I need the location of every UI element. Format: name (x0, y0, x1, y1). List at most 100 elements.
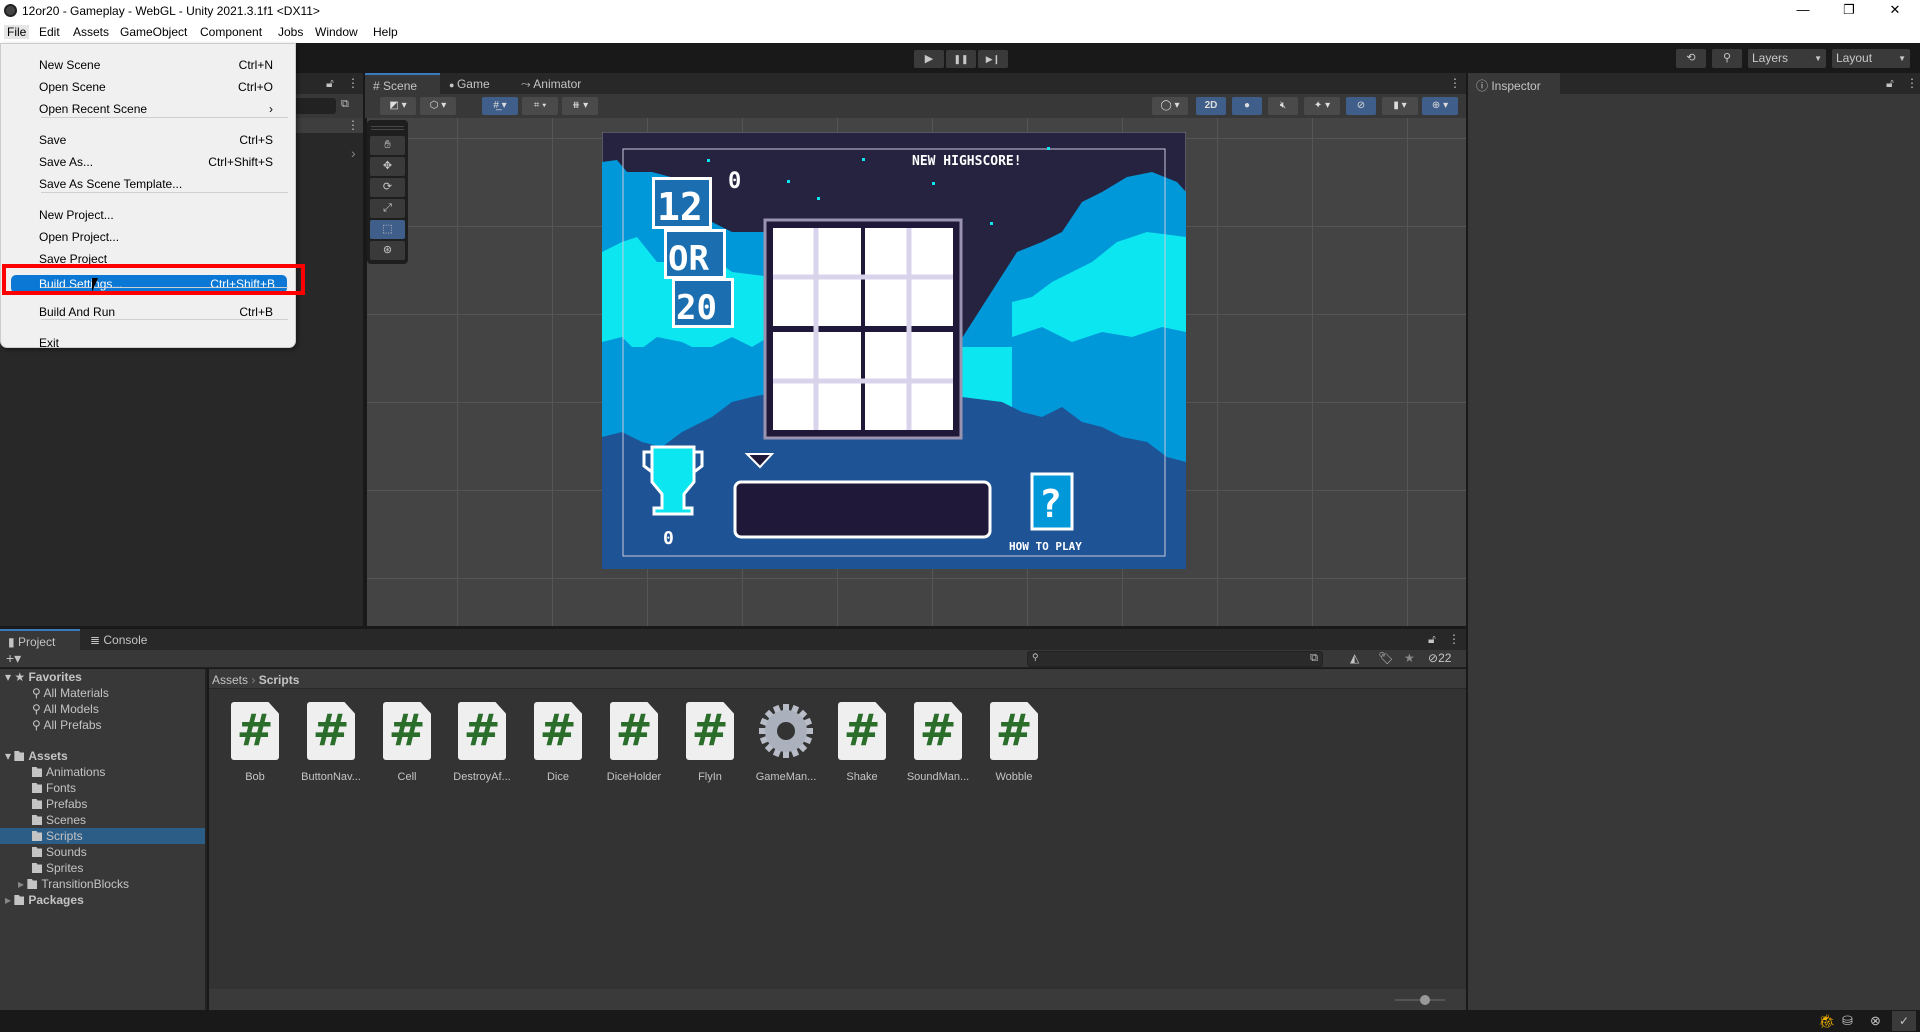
lock-icon[interactable]: 🔓︎ (1886, 76, 1894, 91)
scene-more-icon[interactable]: ⋮ (347, 118, 359, 132)
scale-tool-icon[interactable]: ⤢ (370, 199, 405, 218)
tab-game[interactable]: ● Game (441, 73, 498, 94)
project-search-input[interactable]: ⚲ ⧉ (1027, 651, 1323, 667)
play-button[interactable]: ▶ (914, 50, 944, 68)
draw-mode-dropdown[interactable]: ◩ ▾ (380, 97, 416, 115)
search-popout-icon[interactable]: ⧉ (1310, 652, 1318, 665)
asset-soundman[interactable]: # SoundMan... (900, 702, 976, 783)
tab-project[interactable]: ▮ Project (0, 629, 80, 650)
folder-scripts[interactable]: Scripts (0, 828, 205, 844)
dice-holder-bar[interactable] (733, 480, 992, 539)
grid-snapping-dropdown[interactable]: #̲ ▾ (482, 97, 518, 115)
breadcrumb-scripts[interactable]: Scripts (259, 673, 300, 687)
menu-item-exit[interactable]: Exit (1, 334, 295, 352)
minimize-button[interactable]: — (1788, 2, 1818, 20)
more-options-icon[interactable]: ⋮ (1449, 76, 1461, 90)
lock-icon[interactable]: 🔓︎ (1428, 632, 1436, 647)
menu-jobs[interactable]: Jobs (278, 25, 303, 39)
folder-fonts[interactable]: Fonts (32, 781, 76, 795)
tab-console[interactable]: ≣ Console (82, 629, 155, 650)
menu-component[interactable]: Component (200, 25, 262, 39)
orientation-dropdown[interactable]: ◯ ▾ (1152, 97, 1188, 115)
asset-bob[interactable]: # Bob (217, 702, 293, 783)
menu-assets[interactable]: Assets (73, 25, 109, 39)
breadcrumb-assets[interactable]: Assets (212, 673, 248, 687)
menu-gameobject[interactable]: GameObject (120, 25, 187, 39)
menu-item-save[interactable]: Save Ctrl+S (1, 131, 295, 149)
search-popout-icon[interactable]: ⧉ (341, 98, 349, 111)
menu-item-save-as-scene-template[interactable]: Save As Scene Template... (1, 175, 295, 193)
render-mode-dropdown[interactable]: ⬡ ▾ (420, 97, 456, 115)
asset-dice[interactable]: # Dice (520, 702, 596, 783)
favorites-node[interactable]: ▾ ★ Favorites (5, 670, 82, 684)
2d-toggle[interactable]: 2D (1196, 97, 1226, 115)
menu-item-open-recent-scene[interactable]: Open Recent Scene › (1, 100, 295, 118)
menu-item-save-as[interactable]: Save As... Ctrl+Shift+S (1, 153, 295, 171)
menu-item-new-project[interactable]: New Project... (1, 206, 295, 224)
hidden-packages-toggle[interactable]: ⊘22 (1428, 651, 1451, 665)
tab-inspector[interactable]: ⓘ Inspector (1468, 73, 1560, 94)
rect-tool-icon[interactable]: ⬚ (370, 220, 405, 239)
folder-scenes[interactable]: Scenes (32, 813, 86, 827)
pause-button[interactable]: ❚❚ (946, 50, 976, 68)
history-icon[interactable]: ⟲ (1676, 49, 1706, 68)
favorite-all-materials[interactable]: ⚲ All Materials (32, 686, 109, 700)
scene-visibility-icon[interactable]: ⊘ (1346, 97, 1376, 115)
folder-prefabs[interactable]: Prefabs (32, 797, 87, 811)
gizmos-dropdown[interactable]: ⊕ ▾ (1422, 97, 1458, 115)
favorite-star-icon[interactable]: ★ (1404, 651, 1415, 665)
search-icon[interactable]: ⚲ (1712, 49, 1742, 68)
menu-help[interactable]: Help (373, 25, 398, 39)
favorite-all-prefabs[interactable]: ⚲ All Prefabs (32, 718, 102, 732)
effects-dropdown[interactable]: ✦ ▾ (1304, 97, 1340, 115)
step-button[interactable]: ▶❙ (978, 50, 1008, 68)
assets-node[interactable]: ▾ Assets (5, 749, 68, 763)
transform-tool-icon[interactable]: ⊛ (370, 241, 405, 260)
packages-node[interactable]: ▸ Packages (5, 893, 84, 907)
lighting-toggle-icon[interactable]: ● (1232, 97, 1262, 115)
favorite-all-models[interactable]: ⚲ All Models (32, 702, 99, 716)
move-tool-icon[interactable]: ✥ (370, 157, 405, 176)
layers-dropdown[interactable]: Layers ▼ (1748, 49, 1826, 68)
asset-gameman[interactable]: GameMan... (748, 702, 824, 783)
tab-scene[interactable]: # Scene (365, 73, 440, 94)
close-button[interactable]: ✕ (1880, 2, 1910, 20)
search-by-type-icon[interactable]: ◭ (1350, 651, 1359, 665)
audio-toggle-icon[interactable]: 🔇︎ (1268, 97, 1298, 115)
menu-item-new-scene[interactable]: New Scene Ctrl+N (1, 56, 295, 74)
drag-handle[interactable] (371, 126, 404, 130)
grid-dropdown[interactable]: ⧻ ▾ (562, 97, 598, 115)
auto-generate-lighting-icon[interactable]: ⊗ (1870, 1013, 1881, 1029)
hand-tool-icon[interactable]: ✋︎ (370, 136, 405, 155)
game-canvas[interactable]: NEW HIGHSCORE! 0 12 OR 20 0 ? HOW TO PLA… (602, 132, 1186, 569)
maximize-button[interactable]: ❐ (1834, 2, 1864, 20)
menu-window[interactable]: Window (315, 25, 358, 39)
menu-item-open-project[interactable]: Open Project... (1, 228, 295, 246)
more-options-icon[interactable]: ⋮ (347, 76, 359, 90)
asset-diceholder[interactable]: # DiceHolder (596, 702, 672, 783)
add-asset-button[interactable]: +▾ (6, 650, 21, 667)
tab-animator[interactable]: ⤳ Animator (513, 73, 589, 94)
camera-dropdown[interactable]: ▮ ▾ (1382, 97, 1418, 115)
rotate-tool-icon[interactable]: ⟳ (370, 178, 405, 197)
chevron-right-icon[interactable]: › (351, 145, 356, 161)
progress-check-icon[interactable]: ✓ (1892, 1011, 1916, 1031)
asset-flyin[interactable]: # FlyIn (672, 702, 748, 783)
more-options-icon[interactable]: ⋮ (1906, 76, 1918, 90)
asset-shake[interactable]: # Shake (824, 702, 900, 783)
lock-icon[interactable]: 🔓︎ (326, 76, 334, 91)
layout-dropdown[interactable]: Layout ▼ (1832, 49, 1910, 68)
bug-warning-icon[interactable]: 🐞︎ (1818, 1013, 1836, 1030)
snap-increment-dropdown[interactable]: ⌗ ▾ (522, 97, 558, 115)
folder-transitionblocks[interactable]: ▸ TransitionBlocks (18, 877, 129, 891)
asset-destroyaf[interactable]: # DestroyAf... (444, 702, 520, 783)
folder-sprites[interactable]: Sprites (32, 861, 83, 875)
icon-size-slider-handle[interactable] (1420, 995, 1430, 1005)
menu-edit[interactable]: Edit (39, 25, 60, 39)
search-by-label-icon[interactable]: 🏷︎ (1378, 651, 1393, 665)
asset-buttonnav[interactable]: # ButtonNav... (293, 702, 369, 783)
folder-animations[interactable]: Animations (32, 765, 105, 779)
cache-server-icon[interactable]: ⛁ (1842, 1013, 1853, 1029)
asset-cell[interactable]: # Cell (369, 702, 445, 783)
menu-item-open-scene[interactable]: Open Scene Ctrl+O (1, 78, 295, 96)
